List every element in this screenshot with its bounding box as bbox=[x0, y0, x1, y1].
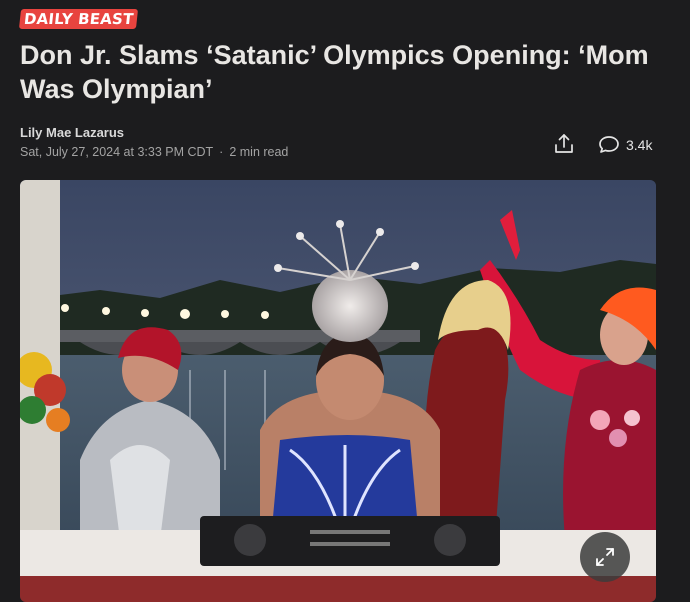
publish-date: Sat, July 27, 2024 at 3:33 PM CDT bbox=[20, 145, 214, 159]
comment-count: 3.4k bbox=[626, 137, 653, 153]
share-button[interactable] bbox=[552, 132, 576, 156]
expand-image-button[interactable] bbox=[580, 532, 630, 582]
share-icon bbox=[555, 134, 573, 153]
meta-separator: · bbox=[219, 145, 224, 159]
article-meta: Sat, July 27, 2024 at 3:33 PM CDT · 2 min … bbox=[20, 145, 288, 159]
daily-beast-logo[interactable]: DAILY BEAST bbox=[18, 9, 139, 29]
hero-image[interactable] bbox=[20, 180, 656, 602]
comments-button[interactable]: 3.4k bbox=[598, 134, 652, 156]
expand-icon bbox=[596, 548, 614, 566]
author-name[interactable]: Lily Mae Lazarus bbox=[20, 125, 124, 140]
comment-bubble-icon bbox=[599, 136, 619, 153]
read-time: 2 min read bbox=[229, 145, 289, 159]
article-headline: Don Jr. Slams ‘Satanic’ Olympics Opening… bbox=[20, 40, 649, 104]
